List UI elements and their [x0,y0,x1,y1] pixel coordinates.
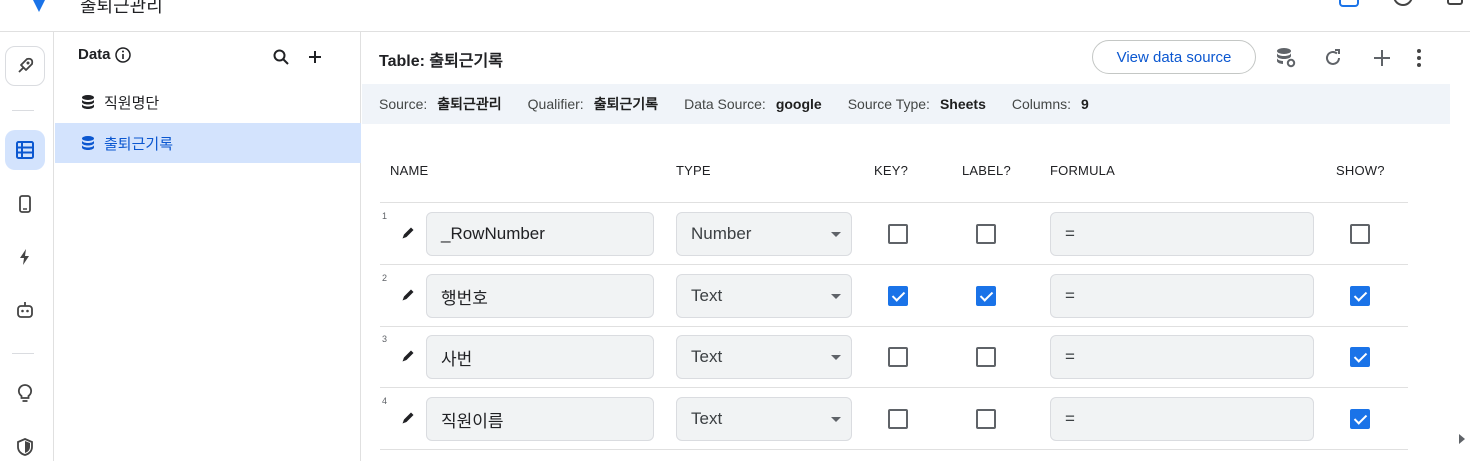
dropdown-caret-icon [831,355,841,360]
key-checkbox[interactable] [888,224,908,244]
scroll-right-arrow-icon[interactable] [1459,434,1465,444]
table-title: Table: 출퇴근기록 [379,53,503,70]
mobile-views-icon[interactable] [5,184,45,224]
column-name-field[interactable]: 직원이름 [426,397,654,441]
row-number: 3 [382,334,388,344]
info-label: Source: [379,96,428,112]
database-icon [82,95,94,109]
column-type-select[interactable]: Text [676,397,852,441]
panel-heading: Data [78,46,131,63]
edit-pencil-icon[interactable] [400,410,416,426]
table-info-bar: Source: 출퇴근관리 Qualifier: 출퇴근기록 Data Sour… [362,84,1450,124]
info-label: Source Type: [847,96,930,112]
label-checkbox[interactable] [976,286,996,306]
column-name-field[interactable]: 사번 [426,335,654,379]
app-logo-icon [33,0,45,12]
column-name-field[interactable]: _RowNumber [426,212,654,256]
column-header-type: TYPE [676,163,711,178]
dropdown-caret-icon [831,232,841,237]
column-header-label: LABEL? [962,163,1011,178]
label-checkbox[interactable] [976,224,996,244]
edit-pencil-icon[interactable] [400,287,416,303]
label-checkbox[interactable] [976,409,996,429]
data-table-icon[interactable] [5,130,45,170]
column-header-formula: FORMULA [1050,163,1115,178]
key-checkbox[interactable] [888,286,908,306]
copy-icon[interactable] [1444,0,1466,10]
app-title: 출퇴근관리 [80,0,163,16]
label-checkbox[interactable] [976,347,996,367]
column-type-select[interactable]: Number [676,212,852,256]
info-value-sourcetype: Sheets [939,96,986,112]
table-row: 2 행번호 Text = [380,265,1408,327]
deploy-rocket-icon[interactable] [5,46,45,86]
rail-divider [12,110,34,111]
top-bar: 출퇴근관리 [0,0,1470,32]
info-value-datasource: google [775,96,822,112]
add-column-icon[interactable] [1370,46,1394,70]
info-label: Qualifier: [527,96,584,112]
table-item-label: 직원명단 [104,94,160,112]
column-type-select[interactable]: Text [676,335,852,379]
rail-divider [12,353,34,354]
more-vert-icon[interactable] [1407,46,1431,70]
table-row: 3 사번 Text = [380,326,1408,388]
intelligence-lightbulb-icon[interactable] [5,373,45,413]
column-type-value: Text [691,409,723,428]
panel-heading-label: Data [78,46,111,63]
row-number: 2 [382,273,388,283]
nav-rail [0,32,54,461]
help-icon[interactable] [1392,0,1414,10]
column-type-value: Number [691,224,752,243]
info-label: Columns: [1011,96,1072,112]
column-type-value: Text [691,286,723,305]
formula-field[interactable]: = [1050,397,1314,441]
edit-pencil-icon[interactable] [400,225,416,241]
info-icon[interactable] [114,46,131,63]
row-number: 1 [382,211,388,221]
table-editor: Table: 출퇴근기록 View data source Source: 출퇴… [362,32,1450,461]
database-icon [82,136,94,150]
column-header-key: KEY? [874,163,909,178]
preview-icon[interactable] [1338,0,1360,10]
automation-bolt-icon[interactable] [5,237,45,277]
key-checkbox[interactable] [888,347,908,367]
info-label: Data Source: [684,96,766,112]
column-name-field[interactable]: 행번호 [426,274,654,318]
database-settings-icon[interactable] [1274,46,1298,70]
show-checkbox[interactable] [1350,224,1370,244]
table-item-직원명단[interactable]: 직원명단 [55,82,361,122]
refresh-icon[interactable] [1321,46,1345,70]
table-item-출퇴근기록[interactable]: 출퇴근기록 [55,123,361,163]
dropdown-caret-icon [831,417,841,422]
formula-field[interactable]: = [1050,335,1314,379]
column-header-name: NAME [390,163,429,178]
row-number: 4 [382,396,388,406]
dropdown-caret-icon [831,294,841,299]
table-row: 1 _RowNumber Number = [380,203,1408,265]
add-table-icon[interactable] [306,48,324,66]
info-value-qualifier: 출퇴근기록 [593,96,659,112]
show-checkbox[interactable] [1350,409,1370,429]
info-value-columns: 9 [1081,96,1089,112]
formula-field[interactable]: = [1050,212,1314,256]
edit-pencil-icon[interactable] [400,348,416,364]
column-header-show: SHOW? [1336,163,1385,178]
column-type-value: Text [691,347,723,366]
show-checkbox[interactable] [1350,286,1370,306]
search-icon[interactable] [272,48,290,66]
data-panel: Data 직원명단 출퇴근기록 [55,32,361,461]
security-shield-icon[interactable] [5,427,45,467]
column-type-select[interactable]: Text [676,274,852,318]
show-checkbox[interactable] [1350,347,1370,367]
bot-icon[interactable] [5,290,45,330]
formula-field[interactable]: = [1050,274,1314,318]
table-row: 4 직원이름 Text = [380,388,1408,450]
table-header: Table: 출퇴근기록 View data source [362,32,1450,84]
key-checkbox[interactable] [888,409,908,429]
view-data-source-button[interactable]: View data source [1092,40,1256,74]
table-item-label: 출퇴근기록 [104,135,174,153]
info-value-source: 출퇴근관리 [437,96,502,112]
